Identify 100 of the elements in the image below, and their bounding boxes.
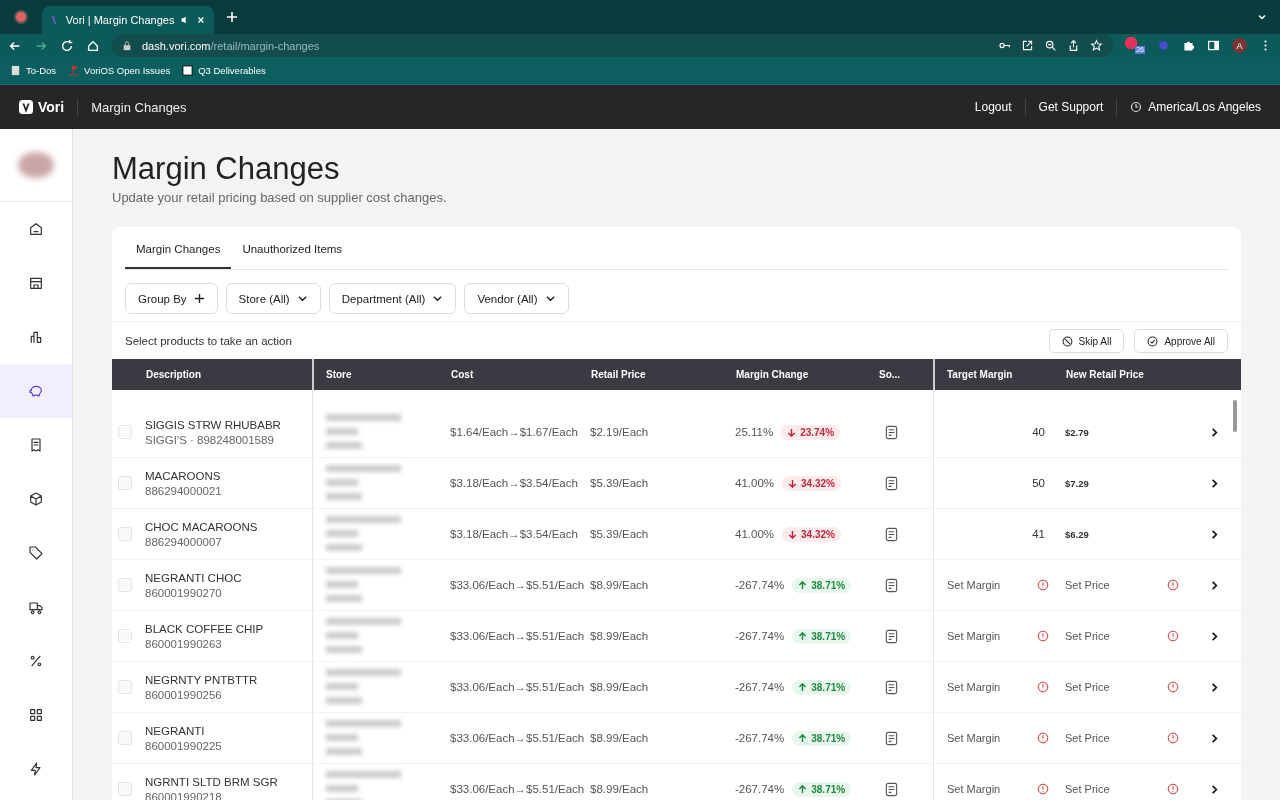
alert-icon <box>1167 630 1179 642</box>
chevron-right-icon[interactable] <box>1209 783 1220 795</box>
column-header[interactable]: Retail Price <box>586 359 731 390</box>
row-checkbox[interactable] <box>118 629 132 643</box>
chevron-right-icon[interactable] <box>1209 528 1220 540</box>
timezone-link[interactable]: America/Los Angeles <box>1148 100 1261 114</box>
side-panel-icon[interactable] <box>1207 39 1220 52</box>
cost-change: $3.18/Each→$3.54/Each <box>450 477 578 489</box>
share-icon[interactable] <box>1067 39 1080 52</box>
row-checkbox[interactable] <box>118 578 132 592</box>
tab[interactable]: Margin Changes <box>125 243 232 269</box>
home-icon[interactable] <box>86 38 100 53</box>
product-code: 860001990270 <box>145 586 222 599</box>
column-header[interactable]: So... <box>874 359 933 390</box>
external-link-icon[interactable] <box>1021 39 1034 52</box>
set-price-link[interactable]: Set Price <box>1065 681 1167 693</box>
browser-tab[interactable]: Vori | Margin Changes <box>42 6 214 34</box>
header-link[interactable]: Get Support <box>1038 100 1104 114</box>
row-checkbox[interactable] <box>118 731 132 745</box>
product-name: CHOC MACAROONS <box>145 520 258 533</box>
reload-icon[interactable] <box>60 38 74 53</box>
scrollbar-thumb[interactable] <box>1233 400 1237 432</box>
row-checkbox[interactable] <box>118 527 132 541</box>
product-code: 886294000021 <box>145 484 222 497</box>
chevron-right-icon[interactable] <box>1209 630 1220 642</box>
action-button[interactable]: Skip All <box>1048 329 1125 353</box>
bookmark[interactable]: Q3 Deliverables <box>182 65 266 76</box>
document-icon[interactable] <box>884 475 899 491</box>
arrow-up-icon <box>798 784 808 794</box>
document-icon[interactable] <box>884 526 899 542</box>
product-code: 860001990256 <box>145 688 222 701</box>
document-icon[interactable] <box>884 424 899 440</box>
chevron-down-icon <box>544 293 556 304</box>
set-price-link[interactable]: Set Price <box>1065 579 1167 591</box>
set-margin-link[interactable]: Set Margin <box>947 630 1037 642</box>
arrow-up-icon <box>798 733 808 743</box>
alert-icon <box>1037 630 1049 642</box>
logo-text: Vori <box>38 99 65 115</box>
tag-icon <box>28 545 44 561</box>
set-price-link[interactable]: Set Price <box>1065 732 1167 744</box>
record-icon[interactable] <box>14 10 28 24</box>
column-header[interactable]: New Retail Price <box>1061 359 1191 390</box>
alert-icon <box>1037 681 1049 693</box>
set-margin-link[interactable]: Set Margin <box>947 783 1037 795</box>
filter-dropdown[interactable]: Group By <box>125 283 218 314</box>
truck-icon <box>28 599 44 615</box>
puzzle-icon[interactable] <box>1182 39 1195 52</box>
piggy-bank-icon <box>28 383 44 399</box>
set-price-link[interactable]: Set Price <box>1065 630 1167 642</box>
address-bar[interactable]: dash.vori.com/retail/margin-changes <box>112 34 1113 57</box>
column-header[interactable]: Cost <box>446 359 586 390</box>
receipt-icon <box>28 437 44 453</box>
product-name: NEGRNTY PNTBTTR <box>145 673 258 686</box>
action-button[interactable]: Approve All <box>1134 329 1228 353</box>
document-icon[interactable] <box>884 577 899 593</box>
document-icon[interactable] <box>884 628 899 644</box>
target-margin-value[interactable]: 40 <box>947 426 1049 438</box>
retail-price: $5.39/Each <box>590 528 649 540</box>
target-margin-value[interactable]: 50 <box>947 477 1049 489</box>
chevron-right-icon[interactable] <box>1209 477 1220 489</box>
row-checkbox[interactable] <box>118 782 132 796</box>
star-icon[interactable] <box>1090 39 1103 52</box>
column-header[interactable]: Store <box>312 359 446 390</box>
column-header[interactable]: Margin Change <box>731 359 874 390</box>
tab-title: Vori | Margin Changes <box>65 14 175 26</box>
document-icon[interactable] <box>884 679 899 695</box>
set-margin-link[interactable]: Set Margin <box>947 732 1037 744</box>
column-header[interactable]: Target Margin <box>933 359 1061 390</box>
cost-change: $33.06/Each→$5.51/Each <box>450 732 585 744</box>
target-margin-value[interactable]: 41 <box>947 528 1049 540</box>
set-margin-link[interactable]: Set Margin <box>947 579 1037 591</box>
row-checkbox[interactable] <box>118 680 132 694</box>
profile-avatar[interactable]: A <box>1232 38 1247 53</box>
filter-dropdown[interactable]: Vendor (All) <box>464 283 569 314</box>
chevron-right-icon[interactable] <box>1209 579 1220 591</box>
zoom-out-icon[interactable] <box>1044 39 1057 52</box>
filter-dropdown[interactable]: Store (All) <box>225 283 321 314</box>
chevron-right-icon[interactable] <box>1209 426 1220 438</box>
chevron-right-icon[interactable] <box>1209 732 1220 744</box>
bookmark[interactable]: VoriOS Open Issues <box>68 65 171 76</box>
row-checkbox[interactable] <box>118 425 132 439</box>
storefront-icon <box>28 275 44 291</box>
chevron-right-icon[interactable] <box>1209 681 1220 693</box>
column-header[interactable]: Description <box>141 359 312 390</box>
filter-dropdown[interactable]: Department (All) <box>328 283 457 314</box>
new-price-value: $6.29 <box>1065 528 1089 540</box>
close-icon[interactable] <box>196 14 206 26</box>
header-link[interactable]: Logout <box>974 100 1012 114</box>
set-price-link[interactable]: Set Price <box>1065 783 1167 795</box>
row-checkbox[interactable] <box>118 476 132 490</box>
lock-icon <box>122 40 132 51</box>
product-name: NEGRANTI CHOC <box>145 571 242 584</box>
tab[interactable]: Unauthorized Items <box>231 243 354 269</box>
new-tab-icon[interactable] <box>226 11 238 23</box>
change-percent: 34.32% <box>801 477 835 489</box>
margin-value: -267.74% <box>735 630 785 642</box>
bookmark[interactable]: To-Dos <box>10 65 57 76</box>
document-icon[interactable] <box>884 730 899 746</box>
set-margin-link[interactable]: Set Margin <box>947 681 1037 693</box>
document-icon[interactable] <box>884 781 899 797</box>
